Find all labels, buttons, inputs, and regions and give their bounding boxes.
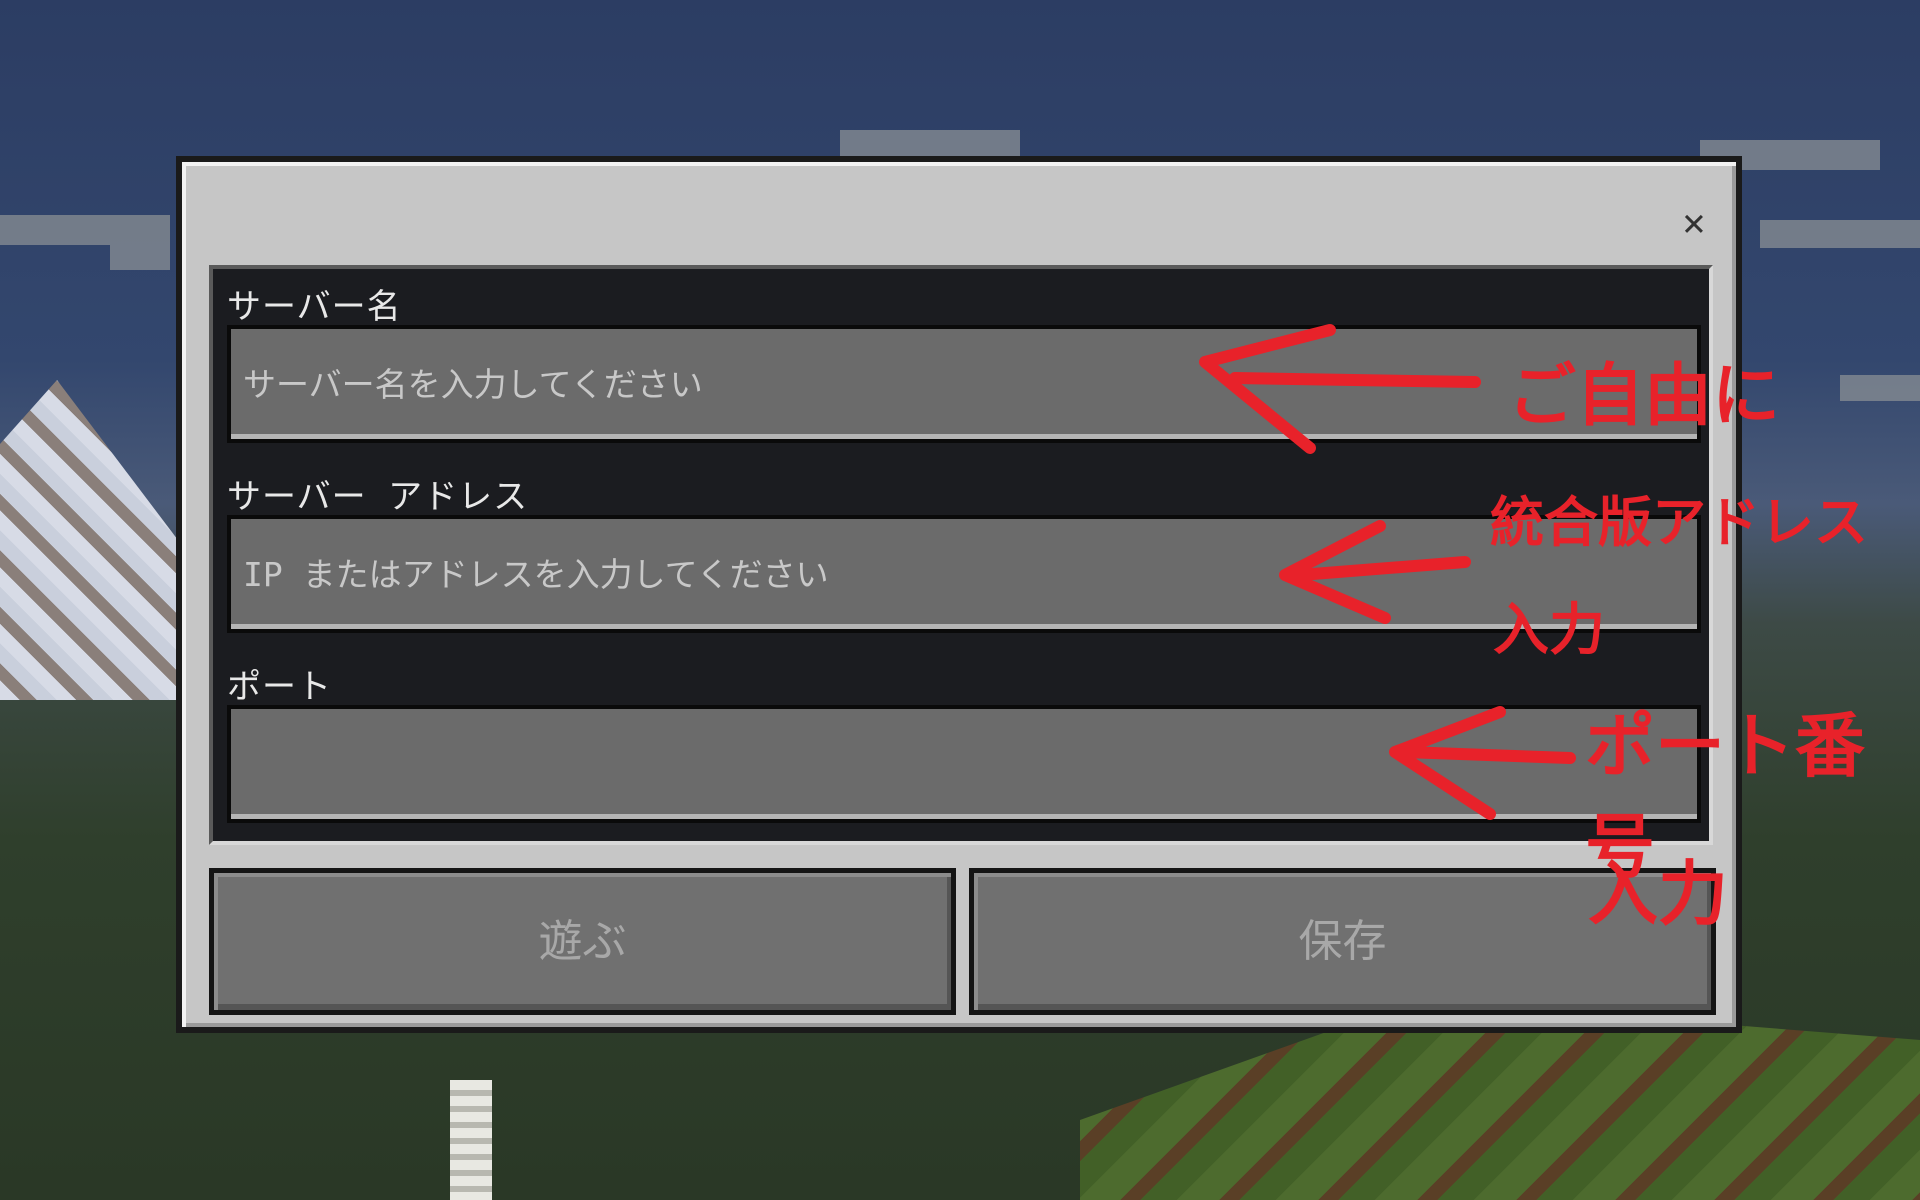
play-button[interactable]: 遊ぶ	[209, 868, 956, 1015]
port-field[interactable]	[227, 705, 1701, 823]
server-form-panel: サーバー名 サーバー アドレス ポート	[209, 265, 1713, 845]
background-cloud	[1760, 220, 1920, 248]
background-birch-trunk	[450, 1080, 492, 1200]
background-cloud	[1840, 375, 1920, 401]
port-input[interactable]	[231, 709, 1697, 819]
server-address-label: サーバー アドレス	[227, 477, 529, 517]
close-icon: ✕	[1682, 200, 1706, 244]
annotation-address-note-line2: 入力	[1493, 598, 1605, 663]
server-name-input[interactable]	[231, 329, 1697, 439]
background-cloud	[0, 215, 170, 245]
server-name-field[interactable]	[227, 325, 1701, 443]
annotation-server-name-note: ご自由に	[1508, 357, 1781, 436]
annotation-port-note-line2: 入力	[1588, 853, 1728, 935]
server-address-input[interactable]	[231, 519, 1697, 629]
background-cloud	[110, 245, 170, 270]
server-name-label: サーバー名	[227, 287, 402, 327]
close-button[interactable]: ✕	[1674, 202, 1714, 242]
annotation-address-note-line1: 統合版アドレス	[1490, 491, 1868, 554]
server-address-field[interactable]	[227, 515, 1701, 633]
port-label: ポート	[227, 667, 332, 707]
background-mountain	[0, 380, 190, 700]
